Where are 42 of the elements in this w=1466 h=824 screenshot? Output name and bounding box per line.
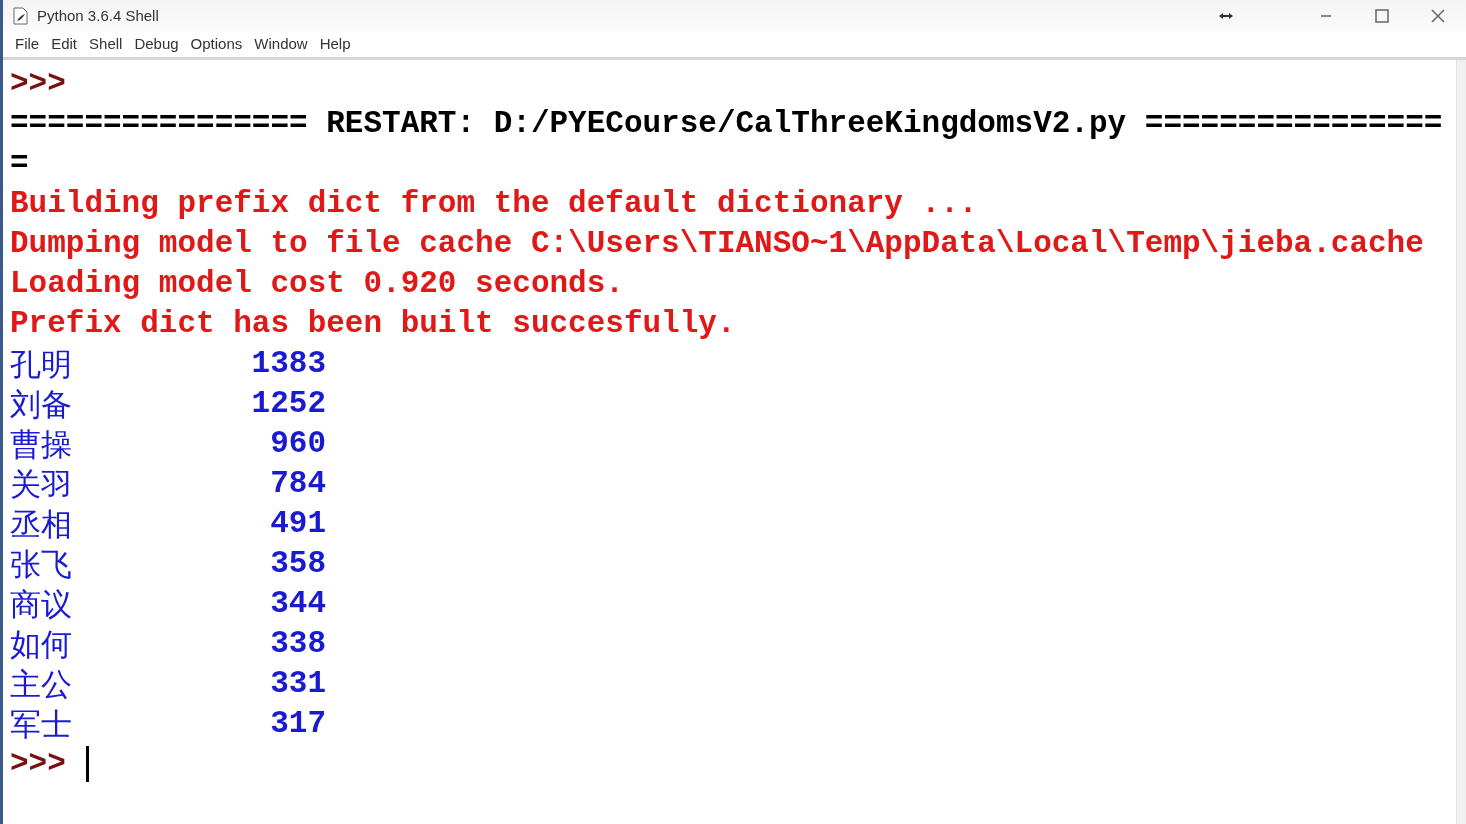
word-text: 商议 — [10, 585, 73, 624]
count-text: 960 — [269, 425, 326, 463]
count-text: 358 — [269, 545, 326, 583]
count-text: 317 — [269, 705, 326, 743]
text-cursor — [85, 746, 89, 782]
menu-item[interactable]: Options — [185, 33, 248, 56]
window-title: Python 3.6.4 Shell — [37, 5, 159, 26]
count-text: 338 — [269, 625, 326, 663]
menu-item[interactable]: Edit — [46, 33, 83, 56]
count-text: 491 — [269, 505, 326, 543]
count-text: 344 — [269, 585, 326, 623]
word-text: 军士 — [10, 705, 73, 744]
error-text: Building prefix dict from the default dictionary ... — [10, 185, 978, 223]
word-text: 主公 — [10, 665, 73, 704]
menu-item[interactable]: File — [10, 33, 45, 56]
count-text: 1252 — [250, 385, 326, 423]
word-text: 如何 — [10, 625, 73, 664]
python-file-icon — [11, 6, 31, 26]
prompt-text: >>> — [10, 745, 66, 783]
word-text: 丞相 — [10, 505, 73, 544]
count-text: 331 — [269, 665, 326, 703]
word-text: 刘备 — [10, 385, 73, 424]
error-text: Dumping model to file cache C:\Users\TIANSO~1\AppData\Local\Temp\jieba.cache — [10, 225, 1424, 263]
prompt-text: >>> — [10, 65, 66, 103]
word-text: 曹操 — [10, 425, 73, 464]
count-text: 1383 — [250, 345, 326, 383]
error-text: Loading model cost 0.920 seconds. — [10, 265, 624, 303]
scrollbar[interactable] — [1456, 60, 1466, 824]
word-text: 张飞 — [10, 545, 73, 584]
word-text: 关羽 — [10, 465, 73, 504]
output-text: = — [10, 145, 29, 183]
menu-item[interactable]: Debug — [129, 33, 184, 56]
resize-arrows-icon — [1219, 12, 1233, 20]
close-icon — [1431, 9, 1445, 23]
menu-item[interactable]: Window — [249, 33, 313, 56]
count-text: 784 — [269, 465, 326, 503]
error-text: Prefix dict has been built succesfully. — [10, 305, 736, 343]
word-text: 孔明 — [10, 345, 73, 384]
menu-item[interactable]: Shell — [84, 33, 128, 56]
maximize-icon — [1375, 9, 1389, 23]
menu-item[interactable]: Help — [314, 33, 356, 56]
output-text: ================ RESTART: D:/PYECourse/CalThreeKingdomsV2.py ================ — [10, 105, 1443, 143]
